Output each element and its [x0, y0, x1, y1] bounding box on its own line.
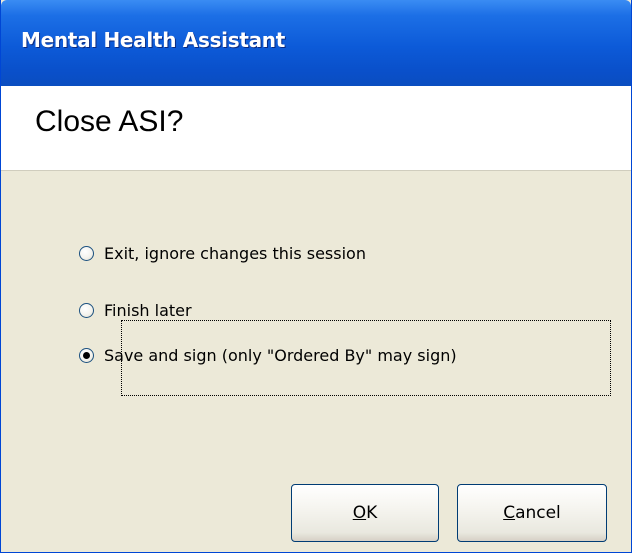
dialog-heading: Close ASI? — [35, 105, 184, 138]
title-bar[interactable]: Mental Health Assistant — [1, 0, 631, 86]
option-exit-ignore-changes-label: Exit, ignore changes this session — [104, 243, 366, 263]
window-title: Mental Health Assistant — [21, 28, 285, 52]
ok-button-mnemonic: O — [352, 503, 367, 523]
cancel-button[interactable]: Cancel — [457, 484, 607, 542]
radio-finish-later[interactable] — [79, 302, 94, 318]
option-save-and-sign[interactable]: Save and sign (only "Ordered By" may sig… — [79, 340, 457, 370]
radio-exit-ignore-changes[interactable] — [79, 245, 94, 261]
ok-button[interactable]: OK — [291, 484, 439, 542]
radio-save-and-sign[interactable] — [79, 347, 94, 363]
header-panel: Close ASI? — [1, 86, 631, 171]
dialog-window: Mental Health Assistant Close ASI? Exit,… — [0, 0, 632, 553]
option-exit-ignore-changes[interactable]: Exit, ignore changes this session — [79, 238, 366, 268]
cancel-button-label: ancel — [515, 503, 561, 523]
option-finish-later-label: Finish later — [104, 300, 192, 320]
ok-button-label: K — [366, 503, 378, 523]
option-save-and-sign-label: Save and sign (only "Ordered By" may sig… — [104, 345, 457, 365]
cancel-button-mnemonic: C — [503, 503, 516, 523]
